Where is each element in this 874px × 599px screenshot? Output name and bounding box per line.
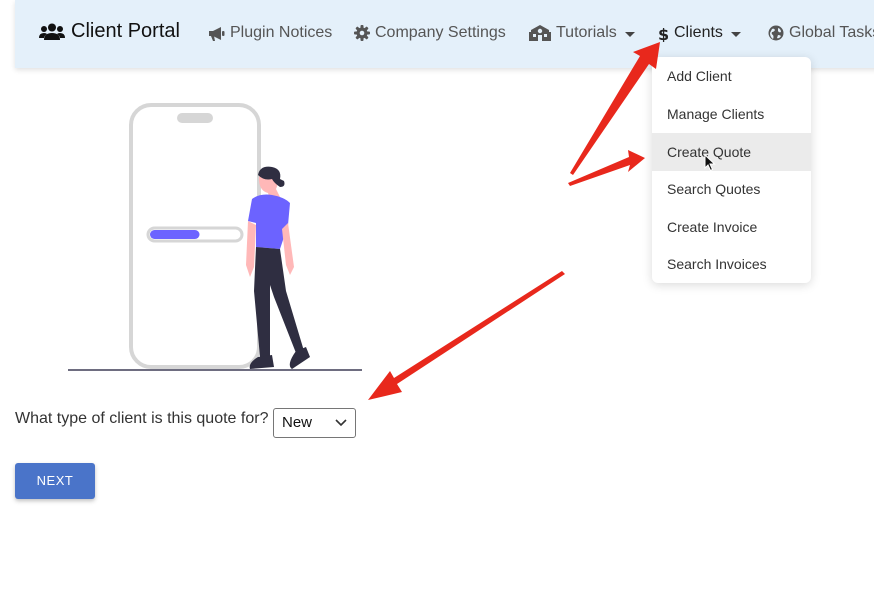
arrow-to-create-quote bbox=[568, 150, 645, 186]
arrow-to-client-type bbox=[368, 271, 565, 400]
mouse-cursor-icon bbox=[704, 154, 716, 172]
arrow-to-clients bbox=[570, 42, 660, 175]
annotation-arrows bbox=[368, 42, 660, 400]
